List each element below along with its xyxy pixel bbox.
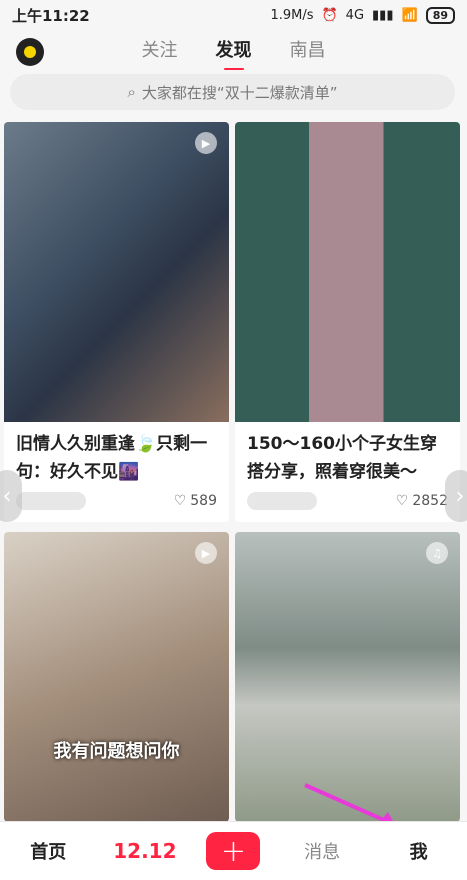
signal-icon: ▮▮▮: [372, 7, 394, 23]
network-speed: 1.9M/s: [270, 7, 314, 23]
heart-icon: ♡: [173, 493, 187, 509]
nav-me[interactable]: 我: [384, 838, 454, 864]
network-type: 4G: [345, 7, 365, 23]
video-play-icon: ▶: [195, 542, 217, 564]
feed-card-3[interactable]: ▶ 我有问题想问你: [4, 532, 229, 822]
feed-card-1[interactable]: ▶ 旧情人久别重逢🍃只剩一句：好久不见🌆 ♡ 589: [4, 122, 229, 522]
tab-local[interactable]: 南昌: [290, 36, 326, 62]
status-bar: 上午11:22 1.9M/s ⏰ 4G ▮▮▮ 📶 89: [0, 0, 467, 30]
card-title: 旧情人久别重逢🍃只剩一句：好久不见🌆: [16, 434, 208, 482]
nav-messages[interactable]: 消息: [287, 838, 357, 864]
status-time: 上午11:22: [12, 6, 90, 25]
video-subtitle: 我有问题想问你: [53, 741, 180, 762]
music-note-icon: ♫: [426, 542, 448, 564]
search-placeholder: 大家都在搜“双十二爆款清单”: [141, 83, 338, 102]
card-image: [235, 122, 460, 422]
feed-card-2[interactable]: 150～160小个子女生穿搭分享，照着穿很美～ ♡ 2852: [235, 122, 460, 522]
like-button[interactable]: ♡ 589: [174, 493, 217, 509]
tab-discover[interactable]: 发现: [216, 36, 252, 70]
tab-follow[interactable]: 关注: [142, 36, 178, 62]
author-info[interactable]: [16, 492, 86, 510]
nav-promo-1212[interactable]: 12.12: [110, 839, 180, 863]
status-right: 1.9M/s ⏰ 4G ▮▮▮ 📶 89: [270, 6, 455, 24]
search-icon: ⌕: [127, 83, 136, 101]
card-image: ▶: [4, 122, 229, 422]
card-meta: ♡ 589: [16, 490, 217, 512]
heart-icon: ♡: [395, 493, 409, 509]
like-button[interactable]: ♡ 2852: [396, 493, 448, 509]
scroll-right-arrow-icon[interactable]: ›: [445, 470, 467, 522]
like-count: 589: [190, 493, 217, 509]
nav-add-button[interactable]: +: [206, 832, 261, 870]
alarm-icon: ⏰: [321, 7, 338, 23]
card-image: ♫: [235, 532, 460, 822]
card-meta: ♡ 2852: [247, 490, 448, 512]
like-count: 2852: [412, 493, 448, 509]
search-bar[interactable]: ⌕ 大家都在搜“双十二爆款清单”: [10, 74, 455, 110]
top-header: 关注 发现 南昌: [0, 30, 467, 74]
scroll-left-arrow-icon[interactable]: ‹: [0, 470, 22, 522]
battery-indicator: 89: [425, 6, 455, 24]
card-title: 150～160小个子女生穿搭分享，照着穿很美～: [247, 434, 437, 482]
nav-home[interactable]: 首页: [13, 838, 83, 864]
card-image: ▶ 我有问题想问你: [4, 532, 229, 822]
bottom-nav: 首页 12.12 + 消息 我: [0, 821, 467, 880]
video-play-icon: ▶: [195, 132, 217, 154]
feed-card-4[interactable]: ♫: [235, 532, 460, 822]
tab-bar: 关注 发现 南昌: [0, 36, 467, 70]
author-info[interactable]: [247, 492, 317, 510]
wifi-icon: 📶: [401, 7, 418, 23]
